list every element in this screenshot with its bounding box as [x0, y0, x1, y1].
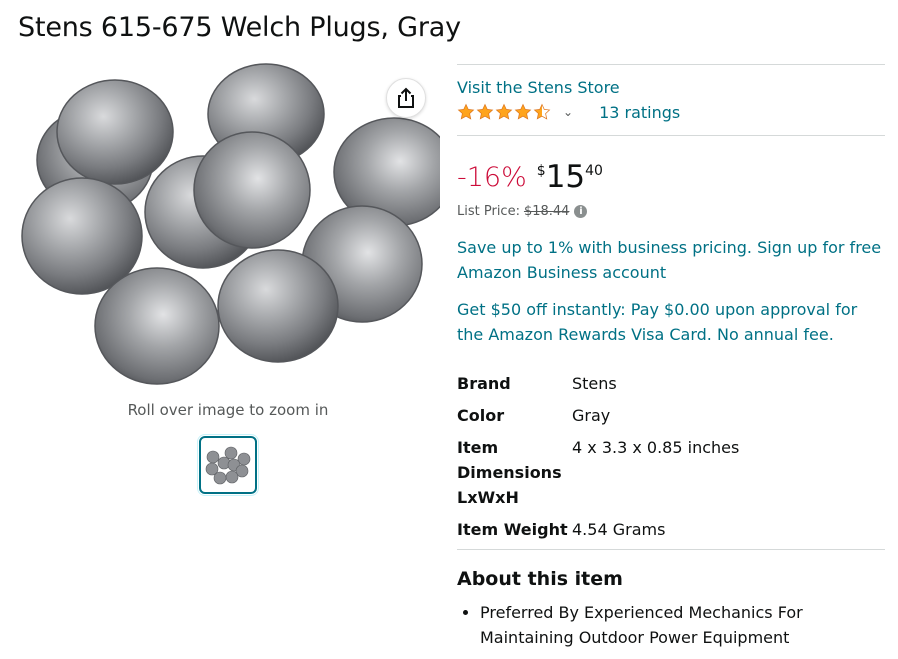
about-item-bullets: Preferred By Experienced Mechanics For M…	[457, 600, 885, 650]
price-currency: $	[536, 163, 546, 179]
spec-row: Item Weight 4.54 Grams	[457, 517, 739, 549]
divider	[457, 549, 885, 550]
store-link[interactable]: Visit the Stens Store	[457, 78, 885, 97]
star-rating[interactable]	[457, 103, 551, 121]
info-icon[interactable]: i	[574, 205, 588, 218]
divider	[457, 64, 885, 65]
spec-value: Stens	[572, 374, 617, 393]
list-price-label: List Price:	[457, 204, 520, 219]
zoom-hint: Roll over image to zoom in	[127, 401, 329, 419]
spec-value: 4 x 3.3 x 0.85 inches	[572, 438, 740, 457]
about-item-heading: About this item	[457, 568, 623, 590]
spec-row: Item Dimensions LxWxH 4 x 3.3 x 0.85 inc…	[457, 435, 739, 517]
product-specs-table: Brand Stens Color Gray Item Dimensions L…	[457, 371, 739, 549]
star-icon	[514, 103, 532, 120]
star-icon	[495, 103, 513, 120]
rewards-card-promo[interactable]: Get $50 off instantly: Pay $0.00 upon ap…	[457, 297, 885, 347]
business-pricing-promo[interactable]: Save up to 1% with business pricing. Sig…	[457, 235, 885, 285]
spec-label: Color	[457, 406, 505, 425]
share-button[interactable]	[386, 78, 426, 118]
price-whole: 15	[545, 159, 586, 195]
price-row: -16% $ 15 40	[457, 160, 885, 194]
star-icon	[457, 103, 475, 120]
divider	[457, 135, 885, 136]
buybox-details: Visit the Stens Store ⌄ 13 ratings -16% …	[457, 64, 885, 650]
spec-label: Item Weight	[457, 520, 568, 539]
spec-value: Gray	[572, 406, 611, 425]
chevron-down-icon[interactable]: ⌄	[563, 105, 573, 119]
star-icon	[476, 103, 494, 120]
spec-row: Brand Stens	[457, 371, 739, 403]
main-product-image[interactable]	[20, 62, 440, 392]
spec-label: Item Dimensions LxWxH	[457, 438, 562, 507]
half-star-icon	[533, 103, 551, 120]
discount-percent: -16%	[457, 162, 527, 193]
image-thumbnail[interactable]	[197, 434, 259, 496]
list-price-value: $18.44	[523, 204, 570, 219]
list-price: List Price: $18.44 i	[457, 204, 885, 219]
ratings-count-link[interactable]: 13 ratings	[599, 103, 680, 122]
spec-row: Color Gray	[457, 403, 739, 435]
spec-label: Brand	[457, 374, 511, 393]
price-fraction: 40	[585, 163, 603, 179]
share-icon	[398, 87, 414, 108]
bullet-item: Preferred By Experienced Mechanics For M…	[480, 600, 885, 650]
current-price: $ 15 40	[537, 160, 603, 194]
thumbnail-image	[205, 446, 251, 485]
spec-value: 4.54 Grams	[572, 520, 666, 539]
product-title: Stens 615-675 Welch Plugs, Gray	[18, 12, 461, 43]
ratings-row: ⌄ 13 ratings	[457, 100, 885, 124]
